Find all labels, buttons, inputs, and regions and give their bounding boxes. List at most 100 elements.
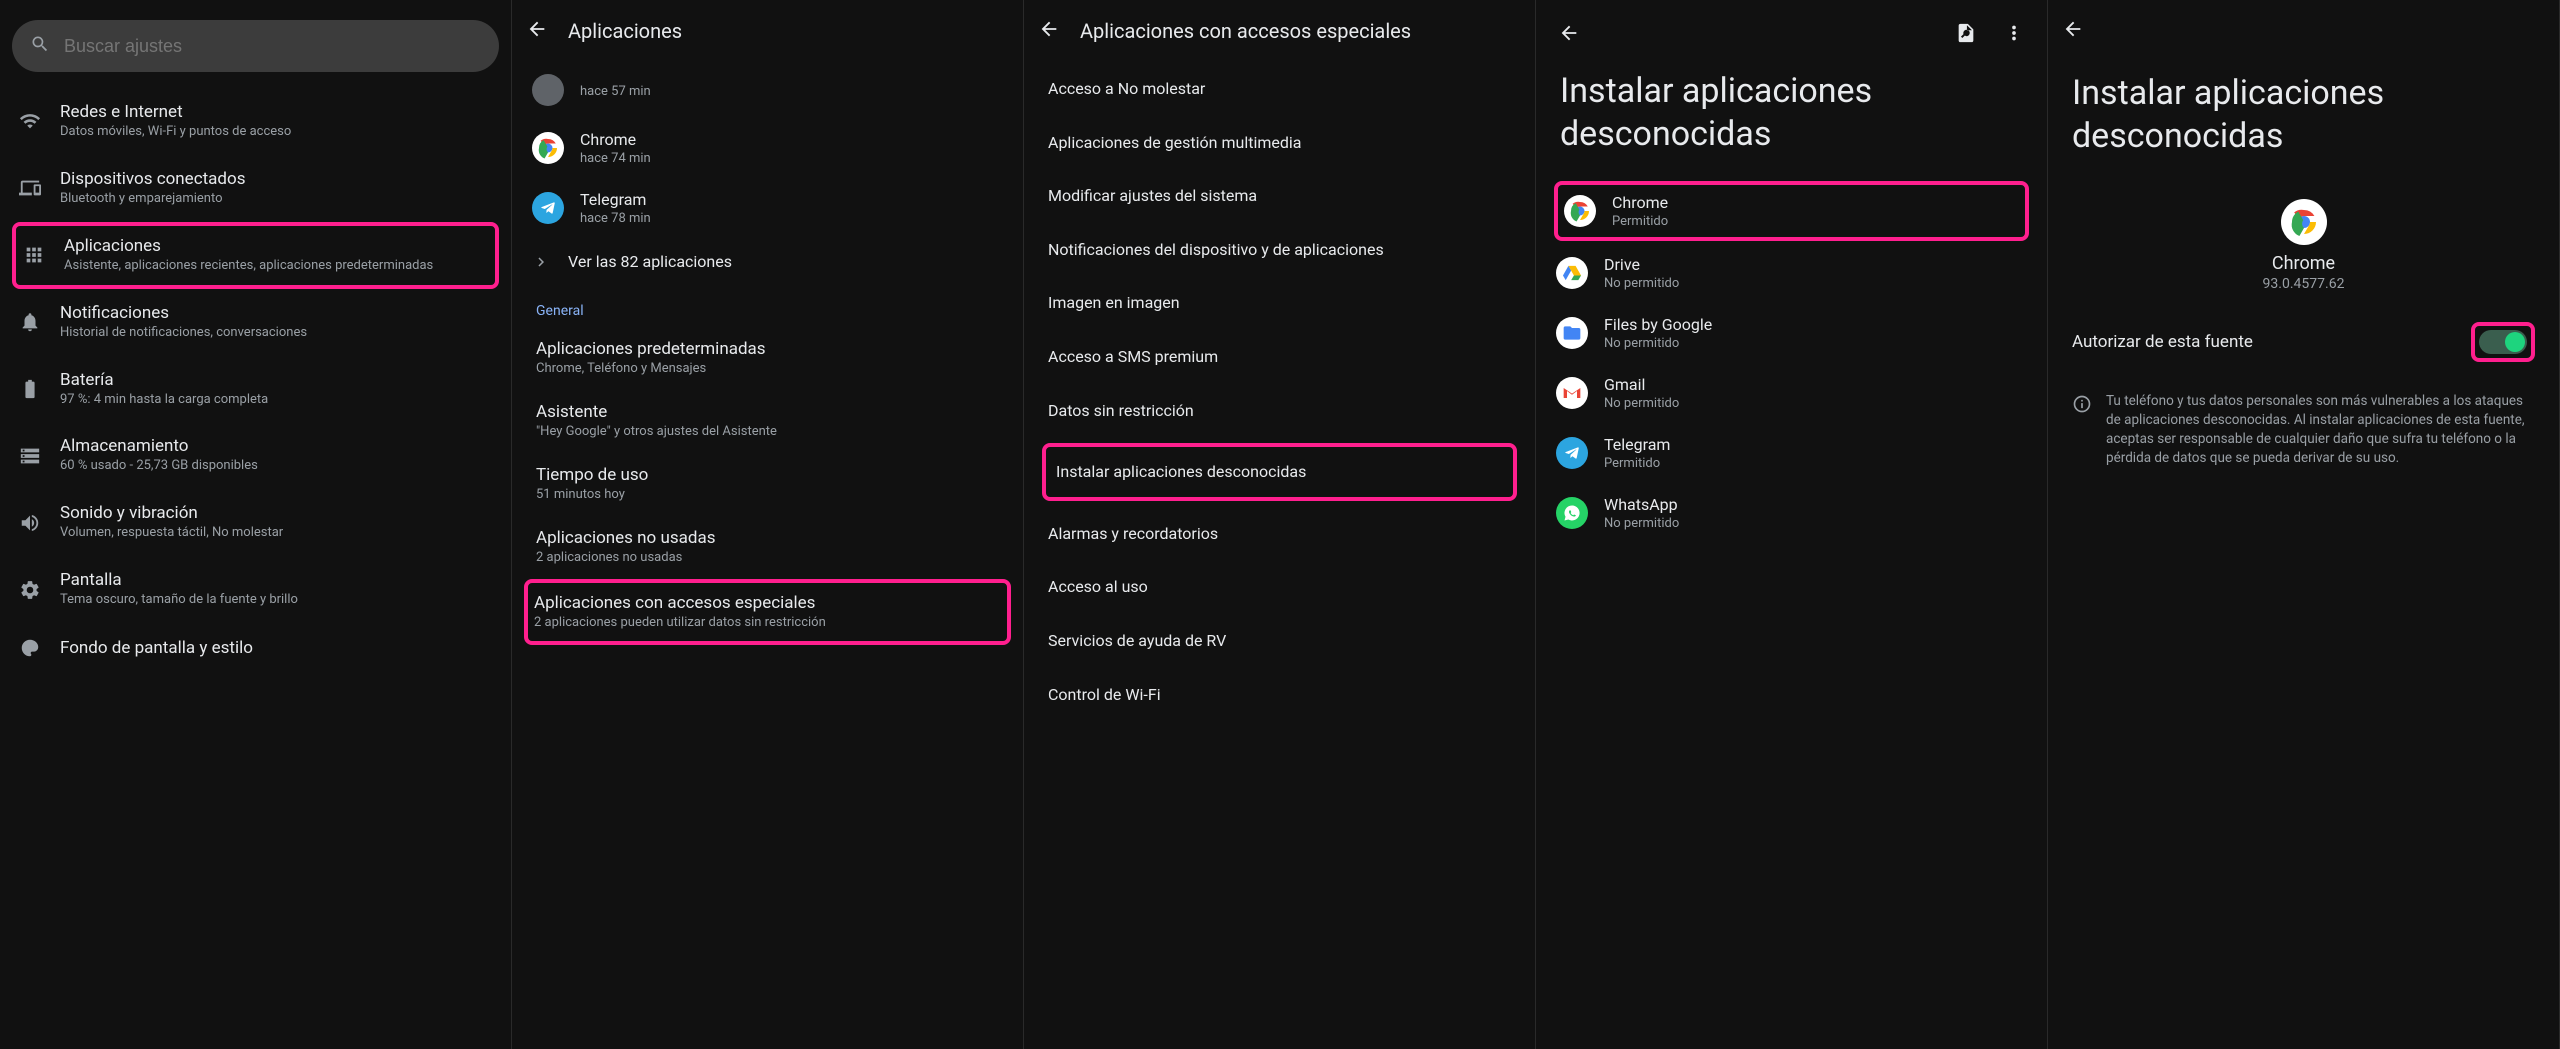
gear-icon (18, 579, 42, 601)
app-sub: No permitido (1604, 336, 2027, 351)
item-title: Dispositivos conectados (60, 169, 493, 189)
chrome-icon (1564, 195, 1596, 227)
recent-app-telegram[interactable]: Telegram hace 78 min (512, 178, 1023, 238)
telegram-icon (1556, 437, 1588, 469)
files-icon (1556, 317, 1588, 349)
battery-icon (18, 378, 42, 400)
access-alarms[interactable]: Alarmas y recordatorios (1024, 507, 1535, 561)
access-pip[interactable]: Imagen en imagen (1024, 276, 1535, 330)
settings-item-display[interactable]: Pantalla Tema oscuro, tamaño de la fuent… (0, 556, 511, 623)
telegram-icon (532, 192, 564, 224)
item-sub: Historial de notificaciones, conversacio… (60, 325, 493, 342)
app-perm-chrome[interactable]: Chrome Permitido (1554, 181, 2029, 241)
app-perm-whatsapp[interactable]: WhatsApp No permitido (1536, 483, 2047, 543)
access-unknown[interactable]: Instalar aplicaciones desconocidas (1042, 443, 1517, 501)
app-authorize-panel: Instalar aplicaciones desconocidas Chrom… (2048, 0, 2560, 1049)
toggle-highlight (2471, 322, 2535, 362)
special-access[interactable]: Aplicaciones con accesos especiales 2 ap… (524, 579, 1011, 646)
more-icon[interactable] (1995, 14, 2033, 56)
search-in-page-icon[interactable] (1947, 14, 1985, 56)
item-title: Aplicaciones predeterminadas (536, 339, 999, 359)
search-box[interactable] (12, 20, 499, 72)
item-title: Notificaciones (60, 303, 493, 323)
panel-header: Aplicaciones (512, 0, 1023, 62)
authorize-switch[interactable] (2479, 330, 2527, 354)
access-notifications[interactable]: Notificaciones del dispositivo y de apli… (1024, 223, 1535, 277)
default-apps[interactable]: Aplicaciones predeterminadas Chrome, Tel… (512, 327, 1023, 390)
devices-icon (18, 177, 42, 199)
info-text: Tu teléfono y tus datos personales son m… (2106, 392, 2535, 468)
item-sub: 51 minutos hoy (536, 487, 999, 504)
back-button[interactable] (1038, 18, 1060, 44)
app-name: Files by Google (1604, 315, 2027, 334)
panel-header (2048, 0, 2559, 62)
screen-time[interactable]: Tiempo de uso 51 minutos hoy (512, 453, 1023, 516)
apps-icon (22, 244, 46, 266)
item-title: Asistente (536, 402, 999, 422)
see-all-apps[interactable]: Ver las 82 aplicaciones (512, 238, 1023, 285)
settings-item-network[interactable]: Redes e Internet Datos móviles, Wi-Fi y … (0, 88, 511, 155)
app-sub: No permitido (1604, 396, 2027, 411)
item-title: Aplicaciones (64, 236, 489, 256)
top-bar (1536, 0, 2047, 60)
settings-main-panel: Redes e Internet Datos móviles, Wi-Fi y … (0, 0, 512, 1049)
settings-item-apps[interactable]: Aplicaciones Asistente, aplicaciones rec… (12, 222, 499, 289)
item-title: Aplicaciones no usadas (536, 528, 999, 548)
access-dnd[interactable]: Acceso a No molestar (1024, 62, 1535, 116)
app-sub: hace 57 min (580, 84, 1003, 99)
info-icon (2072, 394, 2092, 414)
access-data[interactable]: Datos sin restricción (1024, 384, 1535, 438)
app-name: Chrome (2048, 253, 2559, 274)
settings-item-storage[interactable]: Almacenamiento 60 % usado - 25,73 GB dis… (0, 422, 511, 489)
back-button[interactable] (2062, 18, 2084, 44)
bell-icon (18, 311, 42, 333)
app-name: Gmail (1604, 375, 2027, 394)
access-system[interactable]: Modificar ajustes del sistema (1024, 169, 1535, 223)
item-sub: Tema oscuro, tamaño de la fuente y brill… (60, 592, 493, 609)
app-sub: Permitido (1612, 214, 2019, 229)
item-title: Tiempo de uso (536, 465, 999, 485)
page-title: Aplicaciones con accesos especiales (1080, 19, 1411, 43)
apps-panel: Aplicaciones hace 57 min Chrome hace 74 … (512, 0, 1024, 1049)
back-button[interactable] (1550, 14, 1588, 56)
search-input[interactable] (64, 36, 481, 57)
app-perm-gmail[interactable]: Gmail No permitido (1536, 363, 2047, 423)
panel-header: Aplicaciones con accesos especiales (1024, 0, 1535, 62)
item-sub: 97 %: 4 min hasta la carga completa (60, 392, 493, 409)
app-sub: hace 74 min (580, 151, 1003, 166)
item-title: Batería (60, 370, 493, 390)
back-button[interactable] (526, 18, 548, 44)
app-perm-drive[interactable]: Drive No permitido (1536, 243, 2047, 303)
access-sms[interactable]: Acceso a SMS premium (1024, 330, 1535, 384)
authorize-toggle-row: Autorizar de esta fuente (2048, 302, 2559, 382)
settings-item-battery[interactable]: Batería 97 %: 4 min hasta la carga compl… (0, 356, 511, 423)
access-wifi[interactable]: Control de Wi-Fi (1024, 668, 1535, 722)
item-sub: Datos móviles, Wi-Fi y puntos de acceso (60, 124, 493, 141)
access-vr[interactable]: Servicios de ayuda de RV (1024, 614, 1535, 668)
app-name: Chrome (1612, 193, 2019, 212)
item-sub: Chrome, Teléfono y Mensajes (536, 361, 999, 378)
recent-app-chrome[interactable]: Chrome hace 74 min (512, 118, 1023, 178)
app-icon (532, 74, 564, 106)
unknown-apps-panel: Instalar aplicaciones desconocidas Chrom… (1536, 0, 2048, 1049)
settings-item-sound[interactable]: Sonido y vibración Volumen, respuesta tá… (0, 489, 511, 556)
unused-apps[interactable]: Aplicaciones no usadas 2 aplicaciones no… (512, 516, 1023, 579)
see-all-label: Ver las 82 aplicaciones (568, 252, 732, 271)
item-title: Pantalla (60, 570, 493, 590)
settings-item-connected[interactable]: Dispositivos conectados Bluetooth y empa… (0, 155, 511, 222)
app-perm-files[interactable]: Files by Google No permitido (1536, 303, 2047, 363)
access-media[interactable]: Aplicaciones de gestión multimedia (1024, 116, 1535, 170)
settings-item-wallpaper[interactable]: Fondo de pantalla y estilo (0, 623, 511, 673)
item-sub: Volumen, respuesta táctil, No molestar (60, 525, 493, 542)
settings-item-notifications[interactable]: Notificaciones Historial de notificacion… (0, 289, 511, 356)
drive-icon (1556, 257, 1588, 289)
page-title: Aplicaciones (568, 19, 682, 43)
recent-app-row[interactable]: hace 57 min (512, 62, 1023, 118)
access-usage[interactable]: Acceso al uso (1024, 560, 1535, 614)
chrome-icon (2281, 199, 2327, 245)
item-sub: 2 aplicaciones no usadas (536, 550, 999, 567)
item-title: Fondo de pantalla y estilo (60, 638, 493, 658)
assistant[interactable]: Asistente "Hey Google" y otros ajustes d… (512, 390, 1023, 453)
app-perm-telegram[interactable]: Telegram Permitido (1536, 423, 2047, 483)
app-version: 93.0.4577.62 (2048, 276, 2559, 292)
